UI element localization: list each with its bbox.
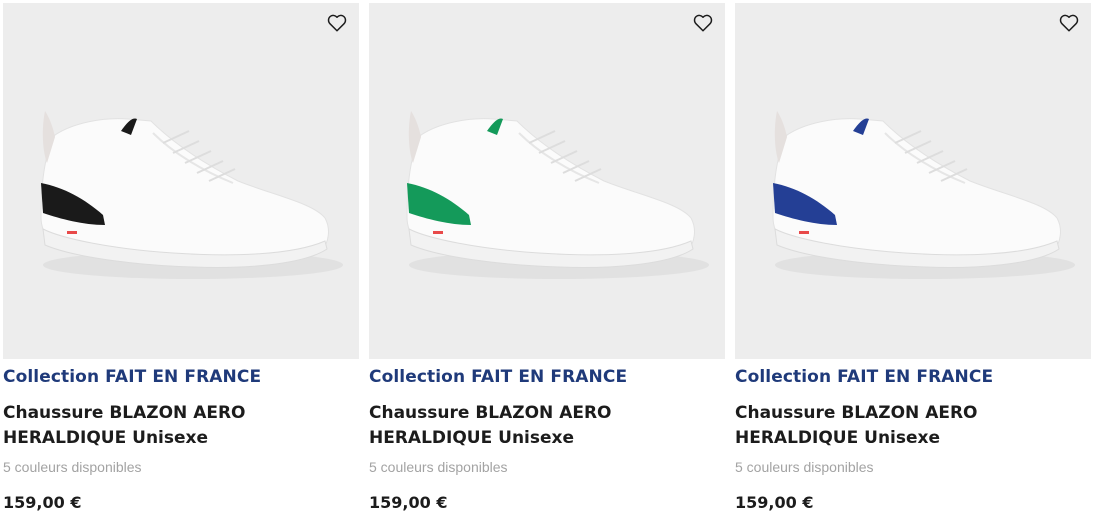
colors-available: 5 couleurs disponibles — [735, 459, 874, 475]
heart-outline-icon[interactable] — [325, 11, 349, 35]
heart-outline-icon[interactable] — [691, 11, 715, 35]
product-title-line2: HERALDIQUE Unisexe — [735, 428, 941, 448]
product-image[interactable] — [369, 3, 725, 359]
product-title-line1: Chaussure BLAZON AERO — [369, 403, 612, 423]
product-title-line2: HERALDIQUE Unisexe — [369, 428, 575, 448]
product-title-line1: Chaussure BLAZON AERO — [3, 403, 246, 423]
product-image[interactable] — [3, 3, 359, 359]
collection-label[interactable]: Collection FAIT EN FRANCE — [3, 367, 261, 387]
product-title-line1: Chaussure BLAZON AERO — [735, 403, 978, 423]
heart-outline-icon[interactable] — [1057, 11, 1081, 35]
sneaker-image — [40, 111, 343, 279]
product-price: 159,00 € — [735, 493, 814, 512]
product-price: 159,00 € — [3, 493, 82, 512]
product-grid: Collection FAIT EN FRANCE Chaussure BLAZ… — [0, 0, 1094, 519]
sneaker-image — [406, 111, 709, 279]
product-card[interactable]: Collection FAIT EN FRANCE Chaussure BLAZ… — [735, 3, 1091, 519]
product-card[interactable]: Collection FAIT EN FRANCE Chaussure BLAZ… — [3, 3, 359, 519]
collection-label[interactable]: Collection FAIT EN FRANCE — [735, 367, 993, 387]
product-price: 159,00 € — [369, 493, 448, 512]
product-title[interactable]: Chaussure BLAZON AERO HERALDIQUE Unisexe — [3, 401, 303, 451]
product-card[interactable]: Collection FAIT EN FRANCE Chaussure BLAZ… — [369, 3, 725, 519]
product-image[interactable] — [735, 3, 1091, 359]
product-title[interactable]: Chaussure BLAZON AERO HERALDIQUE Unisexe — [735, 401, 1035, 451]
product-title[interactable]: Chaussure BLAZON AERO HERALDIQUE Unisexe — [369, 401, 669, 451]
colors-available: 5 couleurs disponibles — [369, 459, 508, 475]
collection-label[interactable]: Collection FAIT EN FRANCE — [369, 367, 627, 387]
product-title-line2: HERALDIQUE Unisexe — [3, 428, 209, 448]
sneaker-image — [772, 111, 1075, 279]
colors-available: 5 couleurs disponibles — [3, 459, 142, 475]
